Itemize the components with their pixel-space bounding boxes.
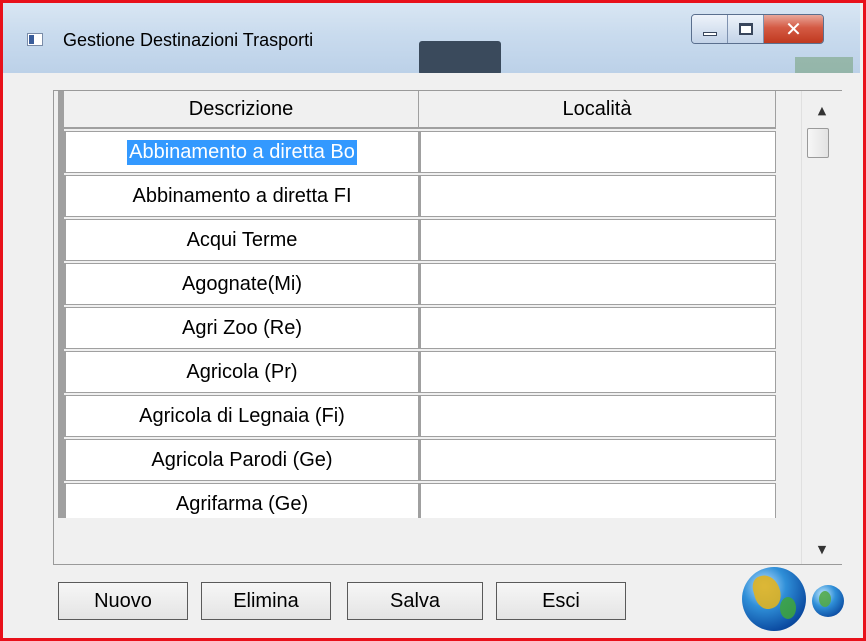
cell-localita[interactable] xyxy=(419,351,776,393)
elimina-button[interactable]: Elimina xyxy=(201,582,331,620)
vertical-scrollbar[interactable]: ▲ ▼ xyxy=(801,91,842,564)
column-header-localita[interactable]: Località xyxy=(419,91,776,129)
table-row[interactable]: Acqui Terme xyxy=(64,219,776,263)
cell-descrizione[interactable]: Agognate(Mi) xyxy=(64,263,419,305)
window-title: Gestione Destinazioni Trasporti xyxy=(63,30,314,50)
cell-descrizione-text: Agognate(Mi) xyxy=(181,272,303,295)
title-bar[interactable]: Gestione Destinazioni Trasporti ✕ xyxy=(3,3,860,75)
small-globe-icon xyxy=(812,585,844,617)
table-row[interactable]: Agricola Parodi (Ge) xyxy=(64,439,776,483)
background-window-fragment xyxy=(419,41,501,75)
table-row[interactable]: Agognate(Mi) xyxy=(64,263,776,307)
table-row[interactable]: Agricola di Legnaia (Fi) xyxy=(64,395,776,439)
cell-descrizione[interactable]: Agricola Parodi (Ge) xyxy=(64,439,419,481)
cell-descrizione[interactable]: Agricola di Legnaia (Fi) xyxy=(64,395,419,437)
cell-localita[interactable] xyxy=(419,307,776,349)
salva-button[interactable]: Salva xyxy=(347,582,483,620)
cell-localita[interactable] xyxy=(419,131,776,173)
cell-descrizione-text: Agricola di Legnaia (Fi) xyxy=(139,404,345,427)
cell-localita[interactable] xyxy=(419,263,776,305)
cell-descrizione-text: Agricola (Pr) xyxy=(186,360,298,383)
destinations-grid[interactable]: Descrizione Località Abbinamento a diret… xyxy=(53,90,842,565)
table-row[interactable]: Abbinamento a diretta FI xyxy=(64,175,776,219)
table-row[interactable]: Agricola (Pr) xyxy=(64,351,776,395)
close-icon: ✕ xyxy=(785,17,802,41)
cell-descrizione-text: Agricola Parodi (Ge) xyxy=(151,448,333,471)
nuovo-button[interactable]: Nuovo xyxy=(58,582,188,620)
minimize-icon xyxy=(702,32,717,36)
window-controls: ✕ xyxy=(691,14,824,44)
esci-button[interactable]: Esci xyxy=(496,582,626,620)
cell-localita[interactable] xyxy=(419,439,776,481)
grid-empty-area xyxy=(54,518,801,564)
cell-localita[interactable] xyxy=(419,395,776,437)
cell-descrizione[interactable]: Agri Zoo (Re) xyxy=(64,307,419,349)
table-row[interactable]: Abbinamento a diretta Bo xyxy=(64,131,776,175)
scroll-up-arrow-icon[interactable]: ▲ xyxy=(802,95,842,125)
cell-descrizione-text: Abbinamento a diretta FI xyxy=(132,184,352,207)
close-button[interactable]: ✕ xyxy=(764,15,823,43)
cell-descrizione-text: Agri Zoo (Re) xyxy=(181,316,303,339)
app-window-icon xyxy=(27,33,43,46)
scrollbar-thumb[interactable] xyxy=(807,128,829,158)
cell-descrizione[interactable]: Agricola (Pr) xyxy=(64,351,419,393)
cell-localita[interactable] xyxy=(419,219,776,261)
client-area: Descrizione Località Abbinamento a diret… xyxy=(10,73,860,631)
globe-icon xyxy=(742,567,806,631)
cell-descrizione[interactable]: Abbinamento a diretta FI xyxy=(64,175,419,217)
cell-descrizione-text: Abbinamento a diretta Bo xyxy=(127,139,357,165)
table-row[interactable]: Agri Zoo (Re) xyxy=(64,307,776,351)
cell-descrizione[interactable]: Abbinamento a diretta Bo xyxy=(64,131,419,173)
minimize-button[interactable] xyxy=(692,15,728,43)
cell-descrizione-text: Agrifarma (Ge) xyxy=(175,492,309,515)
cell-descrizione[interactable]: Acqui Terme xyxy=(64,219,419,261)
cell-localita[interactable] xyxy=(419,175,776,217)
scroll-down-arrow-icon[interactable]: ▼ xyxy=(802,534,842,564)
cell-descrizione-text: Acqui Terme xyxy=(186,228,298,251)
maximize-button[interactable] xyxy=(728,15,764,43)
maximize-icon xyxy=(738,23,753,35)
column-header-descrizione[interactable]: Descrizione xyxy=(64,91,419,129)
